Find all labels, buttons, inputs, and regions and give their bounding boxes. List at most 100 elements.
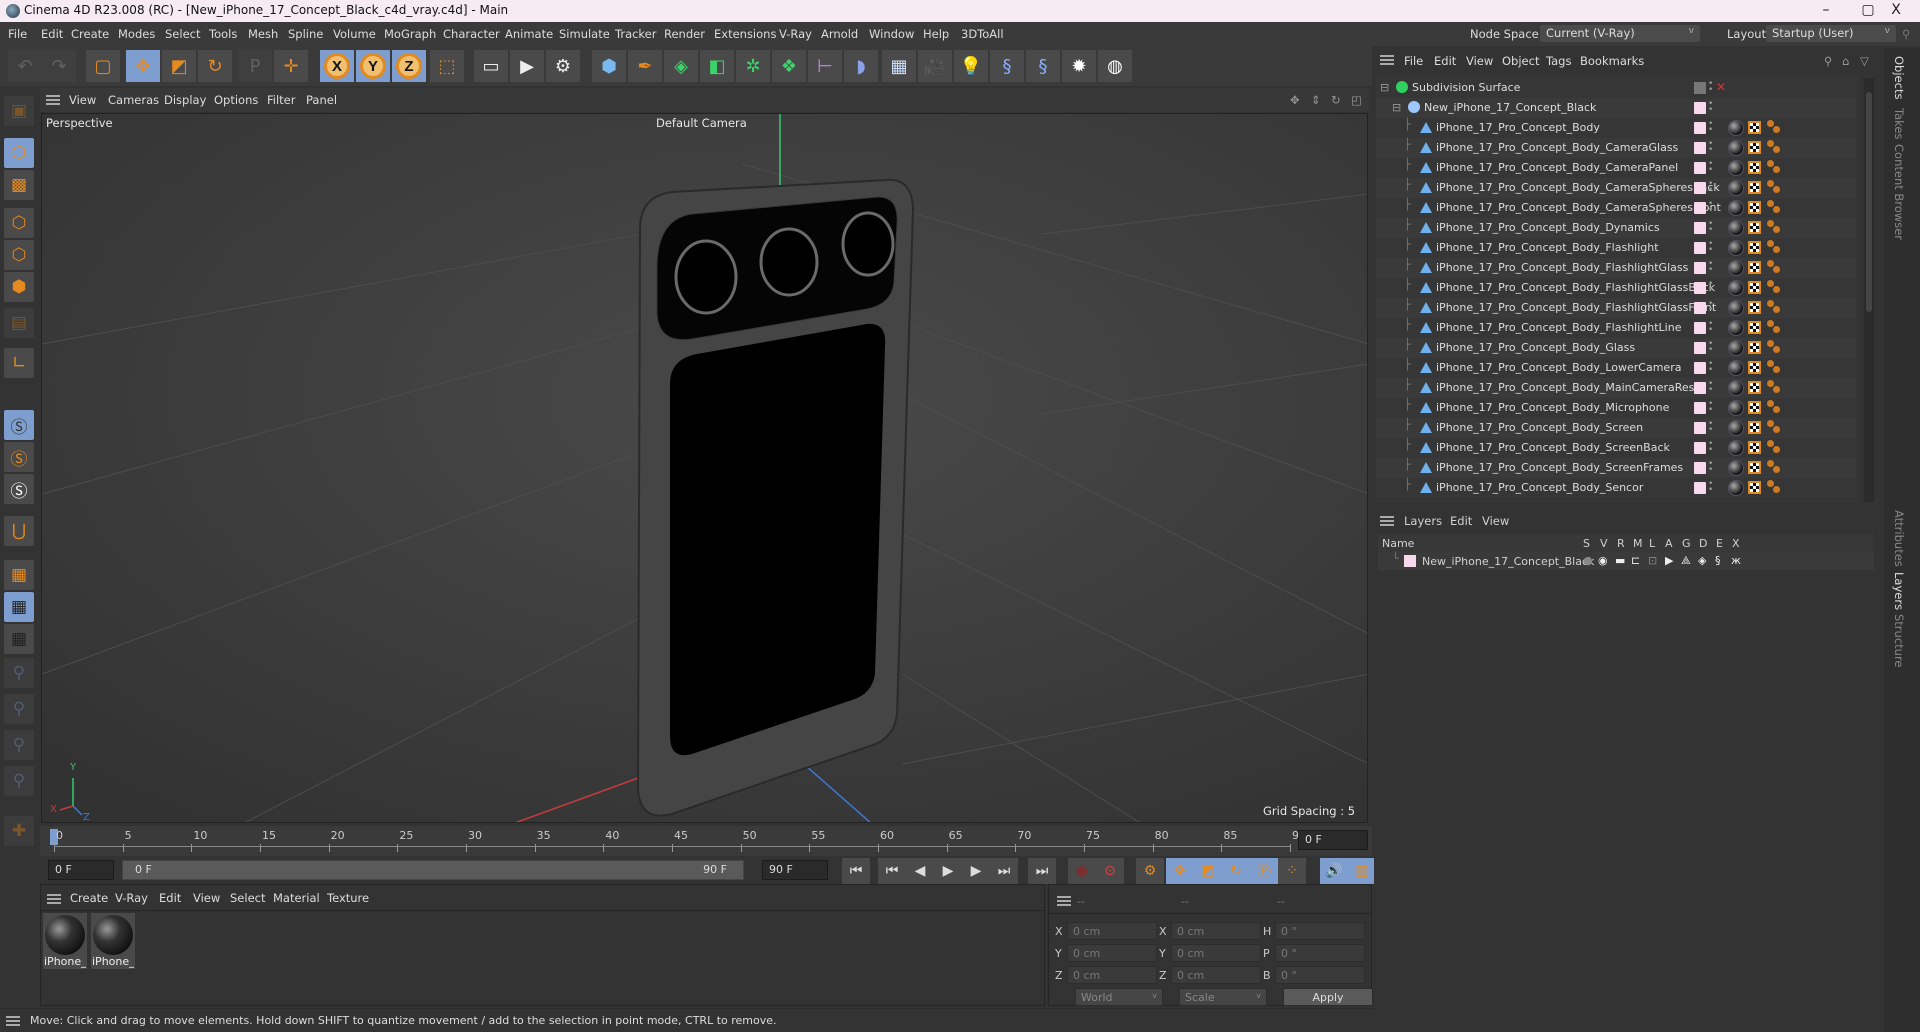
world-axis-icon[interactable]: ⬚ [430, 50, 464, 82]
layer-color-swatch[interactable] [1694, 382, 1706, 394]
phong-tag-icon[interactable] [1767, 280, 1781, 294]
object-name[interactable]: iPhone_17_Pro_Concept_Body_CameraPanel [1436, 161, 1678, 174]
object-row[interactable]: ├ iPhone_17_Pro_Concept_Body_Screen • • [1376, 418, 1856, 438]
object-name[interactable]: iPhone_17_Pro_Concept_Body_ScreenFrames [1436, 461, 1683, 474]
size-z-field[interactable]: 0 cm [1171, 966, 1261, 984]
texture-tag-icon[interactable] [1748, 381, 1761, 394]
layer-name[interactable]: New_iPhone_17_Concept_Black [1422, 555, 1594, 568]
light-icon[interactable]: 💡 [954, 50, 988, 82]
material-menu-select[interactable]: Select [230, 891, 265, 905]
column-render[interactable]: R [1617, 537, 1625, 550]
material-tag-icon[interactable] [1728, 420, 1744, 436]
visibility-dots-icon[interactable]: • • [1708, 480, 1713, 495]
texture-tag-icon[interactable] [1748, 421, 1761, 434]
material-tag-icon[interactable] [1728, 380, 1744, 396]
undo-icon[interactable]: ↶ [8, 50, 42, 82]
pos-z-field[interactable]: 0 cm [1067, 966, 1157, 984]
viewport-menu-panel[interactable]: Panel [306, 93, 337, 107]
object-row[interactable]: ├ iPhone_17_Pro_Concept_Body_ScreenBack • • [1376, 438, 1856, 458]
layer-color-swatch[interactable] [1694, 202, 1706, 214]
rot-b-field[interactable]: 0 ° [1275, 966, 1365, 984]
object-scrollbar[interactable] [1864, 78, 1874, 502]
rot-p-field[interactable]: 0 ° [1275, 944, 1365, 962]
phong-tag-icon[interactable] [1767, 340, 1781, 354]
key-parameter-icon[interactable]: Ⓟ [1250, 858, 1278, 884]
menu-render[interactable]: Render [664, 27, 705, 41]
menu-mesh[interactable]: Mesh [248, 27, 278, 41]
deformer-icon[interactable]: ◈ [1698, 554, 1706, 567]
menu-spline[interactable]: Spline [288, 27, 323, 41]
layer-color-swatch[interactable] [1694, 262, 1706, 274]
phong-tag-icon[interactable] [1767, 440, 1781, 454]
object-row[interactable]: ├ iPhone_17_Pro_Concept_Body_Dynamics • • [1376, 218, 1856, 238]
column-deformers[interactable]: D [1699, 537, 1707, 550]
pan-view-icon[interactable]: ✥ [1290, 93, 1300, 107]
object-row[interactable]: ├ iPhone_17_Pro_Concept_Body_CameraSphere… [1376, 198, 1856, 218]
zoom-view-icon[interactable]: ⇕ [1311, 93, 1321, 107]
menu-character[interactable]: Character [443, 27, 500, 41]
material-swatch[interactable]: iPhone_1 [91, 913, 135, 969]
material-menu-texture[interactable]: Texture [327, 891, 369, 905]
visibility-dots-icon[interactable]: • • [1708, 200, 1713, 215]
column-animation[interactable]: A [1665, 537, 1673, 550]
visibility-dots-icon[interactable]: • • [1708, 280, 1713, 295]
apply-button[interactable]: Apply [1283, 988, 1373, 1006]
magnet-icon[interactable]: ⋃ [4, 516, 34, 546]
collapse-icon[interactable]: ⊟ [1380, 81, 1389, 94]
material-tag-icon[interactable] [1728, 400, 1744, 416]
animation-play-icon[interactable]: ▶ [1665, 554, 1673, 567]
edge-mode-icon[interactable]: ⬡ [4, 240, 34, 270]
generator-icon[interactable]: ⟁ [1681, 554, 1691, 568]
minimize-button[interactable]: – [1816, 2, 1836, 18]
layer-menu-view[interactable]: View [1482, 514, 1509, 528]
disabled-x-icon[interactable]: ✕ [1716, 80, 1726, 94]
viewport-menu-options[interactable]: Options [214, 93, 258, 107]
column-expressions[interactable]: E [1716, 537, 1723, 550]
workplane-align-icon[interactable]: ▦ [4, 624, 34, 654]
object-name[interactable]: iPhone_17_Pro_Concept_Body_ScreenBack [1436, 441, 1670, 454]
layer-color-swatch[interactable] [1694, 462, 1706, 474]
deformer-icon[interactable]: ◗ [844, 50, 878, 82]
menu-help[interactable]: Help [923, 27, 949, 41]
close-button[interactable]: X [1886, 2, 1906, 18]
go-to-start-icon[interactable]: ⏮ [842, 858, 870, 884]
material-tag-icon[interactable] [1728, 360, 1744, 376]
render-picture-viewer-icon[interactable]: ▶ [510, 50, 544, 82]
menu-mograph[interactable]: MoGraph [384, 27, 436, 41]
texture-tag-icon[interactable] [1748, 261, 1761, 274]
x-axis-lock-icon[interactable]: X [320, 50, 354, 82]
object-row[interactable]: ├ iPhone_17_Pro_Concept_Body_MainCameraRe… [1376, 378, 1856, 398]
phong-tag-icon[interactable] [1767, 180, 1781, 194]
material-tag-icon[interactable] [1728, 200, 1744, 216]
menu-modes[interactable]: Modes [118, 27, 155, 41]
layer-color-swatch[interactable] [1404, 555, 1416, 567]
menu-file[interactable]: File [8, 27, 27, 41]
phong-tag-icon[interactable] [1767, 460, 1781, 474]
layer-color-swatch[interactable] [1694, 142, 1706, 154]
pin-p-icon[interactable]: ⚲ [4, 694, 34, 724]
tab-attributes[interactable]: Attributes [1892, 510, 1906, 567]
object-menu-file[interactable]: File [1404, 54, 1423, 68]
object-row[interactable]: ├ iPhone_17_Pro_Concept_Body_CameraGlass •… [1376, 138, 1856, 158]
visibility-dots-icon[interactable]: • • [1708, 380, 1713, 395]
film-strip-icon[interactable]: ▥ [1348, 858, 1376, 884]
phong-tag-icon[interactable] [1767, 260, 1781, 274]
visibility-dots-icon[interactable]: • • [1708, 240, 1713, 255]
object-row[interactable]: ├ iPhone_17_Pro_Concept_Body_CameraSphere… [1376, 178, 1856, 198]
column-visible[interactable]: V [1600, 537, 1608, 550]
rot-h-field[interactable]: 0 ° [1275, 922, 1365, 940]
material-menu-view[interactable]: View [193, 891, 220, 905]
visibility-dots-icon[interactable]: • • [1708, 420, 1713, 435]
object-name[interactable]: iPhone_17_Pro_Concept_Body_Dynamics [1436, 221, 1660, 234]
material-tag-icon[interactable] [1728, 440, 1744, 456]
search-icon[interactable]: ⚲ [1824, 54, 1832, 68]
layer-menu-edit[interactable]: Edit [1450, 514, 1472, 528]
viewport-menu-view[interactable]: View [69, 93, 96, 107]
visibility-dots-icon[interactable]: • • [1708, 340, 1713, 355]
python-icon[interactable]: § [990, 50, 1024, 82]
layer-color-swatch[interactable] [1694, 182, 1706, 194]
object-row[interactable]: ├ iPhone_17_Pro_Concept_Body_LowerCamera •… [1376, 358, 1856, 378]
polygon-mode-icon[interactable]: ⬢ [4, 272, 34, 302]
maximize-view-icon[interactable]: ◰ [1351, 93, 1362, 107]
object-name[interactable]: iPhone_17_Pro_Concept_Body [1436, 121, 1600, 134]
